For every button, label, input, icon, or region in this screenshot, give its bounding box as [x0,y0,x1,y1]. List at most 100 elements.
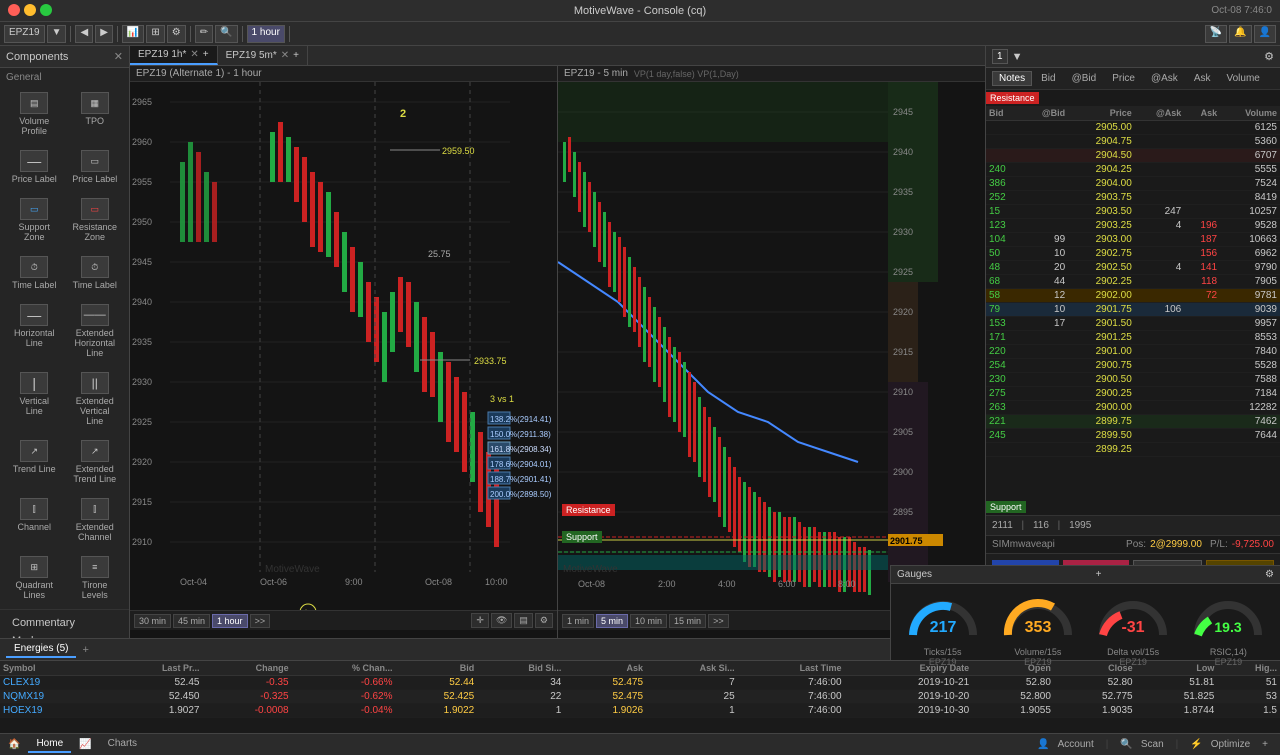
sidebar-item-ext-horizontal-line[interactable]: —— Extended Horizontal Line [67,299,124,363]
statusbar-home-icon[interactable]: 🏠 [8,739,20,750]
chart2-15min[interactable]: 15 min [669,614,706,628]
chart1-eye[interactable]: 👁 [491,613,512,628]
orderbook-row[interactable]: 171 2901.25 8553 [986,331,1280,345]
gauges-add[interactable]: + [1096,569,1102,580]
orderbook-table[interactable]: Bid @Bid Price @Ask Ask Volume 2905.00 6… [986,106,1280,497]
statusbar-scan-label[interactable]: Scan [1141,739,1164,750]
orderbook-row[interactable]: 2904.50 6707 [986,149,1280,163]
sidebar-item-tirone[interactable]: ≡ Tirone Levels [67,551,124,605]
toolbar-timeframe[interactable]: 1 hour [247,25,285,43]
ob-tab-ask[interactable]: Ask [1187,71,1218,86]
ob-tab-price[interactable]: Price [1105,71,1142,86]
chart-tab-1[interactable]: EPZ19 1h* ✕ + [130,46,218,65]
sidebar-close[interactable]: ✕ [114,50,123,63]
orderbook-row[interactable]: 2905.00 6125 [986,121,1280,135]
watchlist-row[interactable]: HOEX19 1.9027 -0.0008 -0.04% 1.9022 1 1.… [0,704,1280,718]
orderbook-row[interactable]: 123 2903.25 4 196 9528 [986,219,1280,233]
watchlist-row[interactable]: NQMX19 52.450 -0.325 -0.62% 52.425 22 52… [0,690,1280,704]
bottom-tab-add[interactable]: + [76,642,94,658]
sidebar-item-price-label-1[interactable]: — Price Label [6,145,63,189]
orderbook-row[interactable]: 220 2901.00 7840 [986,345,1280,359]
statusbar-optimize-label[interactable]: Optimize [1211,739,1250,750]
orderbook-row[interactable]: 254 2900.75 5528 [986,359,1280,373]
toolbar-symbol[interactable]: EPZ19 [4,25,45,43]
chart1-30min[interactable]: 30 min [134,614,171,628]
orderbook-row[interactable]: 153 17 2901.50 9957 [986,317,1280,331]
orderbook-row[interactable]: 2904.75 5360 [986,135,1280,149]
sidebar-item-time-label-1[interactable]: ⏱ Time Label [6,251,63,295]
sidebar-item-horizontal-line[interactable]: — Horizontal Line [6,299,63,363]
ob-tab-notes[interactable]: Notes [992,71,1032,86]
sidebar-item-vertical-line[interactable]: | Vertical Line [6,367,63,431]
statusbar-tab-home[interactable]: Home [28,736,71,753]
orderbook-row[interactable]: 50 10 2902.75 156 6962 [986,247,1280,261]
sidebar-item-price-label-2[interactable]: ▭ Price Label [67,145,124,189]
statusbar-add-button[interactable]: + [1262,739,1268,750]
chart1-45min[interactable]: 45 min [173,614,210,628]
sidebar-item-ext-channel[interactable]: ⫿ Extended Channel [67,493,124,547]
toolbar-layout[interactable]: ⊞ [146,25,164,43]
sidebar-item-support-zone[interactable]: ▭ Support Zone [6,193,63,247]
toolbar-zoom[interactable]: 🔍 [215,25,237,43]
orderbook-row[interactable]: 275 2900.25 7184 [986,387,1280,401]
ob-tab-bid[interactable]: Bid [1034,71,1062,86]
toolbar-new-chart[interactable]: 📊 [122,25,144,43]
bottom-tab-energies[interactable]: Energies (5) [6,641,76,658]
orderbook-row[interactable]: 386 2904.00 7524 [986,177,1280,191]
toolbar-dropdown[interactable]: ▼ [47,25,67,43]
chart1-bars[interactable]: ▤ [514,613,533,628]
chart-tab-1-add[interactable]: + [203,49,209,60]
ob-settings-icon[interactable]: ⚙ [1264,50,1274,63]
chart2-more[interactable]: >> [708,614,729,628]
orderbook-row[interactable]: 245 2899.50 7644 [986,429,1280,443]
chart1-more[interactable]: >> [250,614,271,628]
statusbar-scan-icon[interactable]: 🔍 [1120,739,1132,750]
sidebar-item-ext-trend-line[interactable]: ↗ Extended Trend Line [67,435,124,489]
ob-qty-input[interactable]: 1 [992,49,1008,64]
chart-tab-2[interactable]: EPZ19 5m* ✕ + [218,46,308,65]
ob-tab-at-bid[interactable]: @Bid [1065,71,1104,86]
statusbar-chart-icon[interactable]: 📈 [79,739,91,750]
toolbar-right-1[interactable]: 📡 [1205,25,1227,43]
orderbook-row[interactable]: 252 2903.75 8419 [986,191,1280,205]
sidebar-item-resistance-zone[interactable]: ▭ Resistance Zone [67,193,124,247]
toolbar-right-2[interactable]: 🔔 [1229,25,1251,43]
sidebar-item-tpo[interactable]: ▦ TPO [67,87,124,141]
chart1-crosshair[interactable]: ✛ [471,613,489,628]
chart-tab-1-close[interactable]: ✕ [190,49,198,60]
minimize-button[interactable] [24,4,36,16]
orderbook-row[interactable]: 263 2900.00 12282 [986,401,1280,415]
maximize-button[interactable] [40,4,52,16]
sidebar-item-time-label-2[interactable]: ⏱ Time Label [67,251,124,295]
orderbook-row[interactable]: 58 12 2902.00 72 9781 [986,289,1280,303]
statusbar-account-icon[interactable]: 👤 [1037,739,1049,750]
orderbook-row[interactable]: 221 2899.75 7462 [986,415,1280,429]
gauges-settings[interactable]: ⚙ [1265,569,1274,580]
ob-qty-dropdown[interactable]: ▼ [1012,51,1023,63]
sidebar-item-channel[interactable]: ⫿ Channel [6,493,63,547]
toolbar-forward[interactable]: ▶ [95,25,113,43]
chart-tab-2-close[interactable]: ✕ [281,50,289,61]
orderbook-row[interactable]: 240 2904.25 5555 [986,163,1280,177]
orderbook-row[interactable]: 68 44 2902.25 118 7905 [986,275,1280,289]
orderbook-row[interactable]: 230 2900.50 7588 [986,373,1280,387]
chart-tab-2-add[interactable]: + [293,50,299,61]
sidebar-item-commentary[interactable]: Commentary [6,614,123,632]
statusbar-tab-charts[interactable]: Charts [100,736,145,753]
sidebar-item-ext-vertical-line[interactable]: || Extended Vertical Line [67,367,124,431]
sidebar-item-trend-line[interactable]: ↗ Trend Line [6,435,63,489]
orderbook-row[interactable]: 104 99 2903.00 187 10663 [986,233,1280,247]
window-controls[interactable] [8,4,52,16]
statusbar-optimize-icon[interactable]: ⚡ [1190,739,1202,750]
sidebar-item-markers[interactable]: Markers [6,632,123,638]
sidebar-item-quadrant[interactable]: ⊞ Quadrant Lines [6,551,63,605]
statusbar-account-label[interactable]: Account [1058,739,1094,750]
orderbook-row[interactable]: 48 20 2902.50 4 141 9790 [986,261,1280,275]
chart2-10min[interactable]: 10 min [630,614,667,628]
sidebar-item-volume-profile[interactable]: ▤ Volume Profile [6,87,63,141]
chart2-5min[interactable]: 5 min [596,614,628,628]
toolbar-draw[interactable]: ✏ [195,25,213,43]
orderbook-row[interactable]: 2899.25 [986,443,1280,457]
orderbook-row[interactable]: 79 10 2901.75 106 9039 [986,303,1280,317]
toolbar-settings[interactable]: ⚙ [167,25,186,43]
